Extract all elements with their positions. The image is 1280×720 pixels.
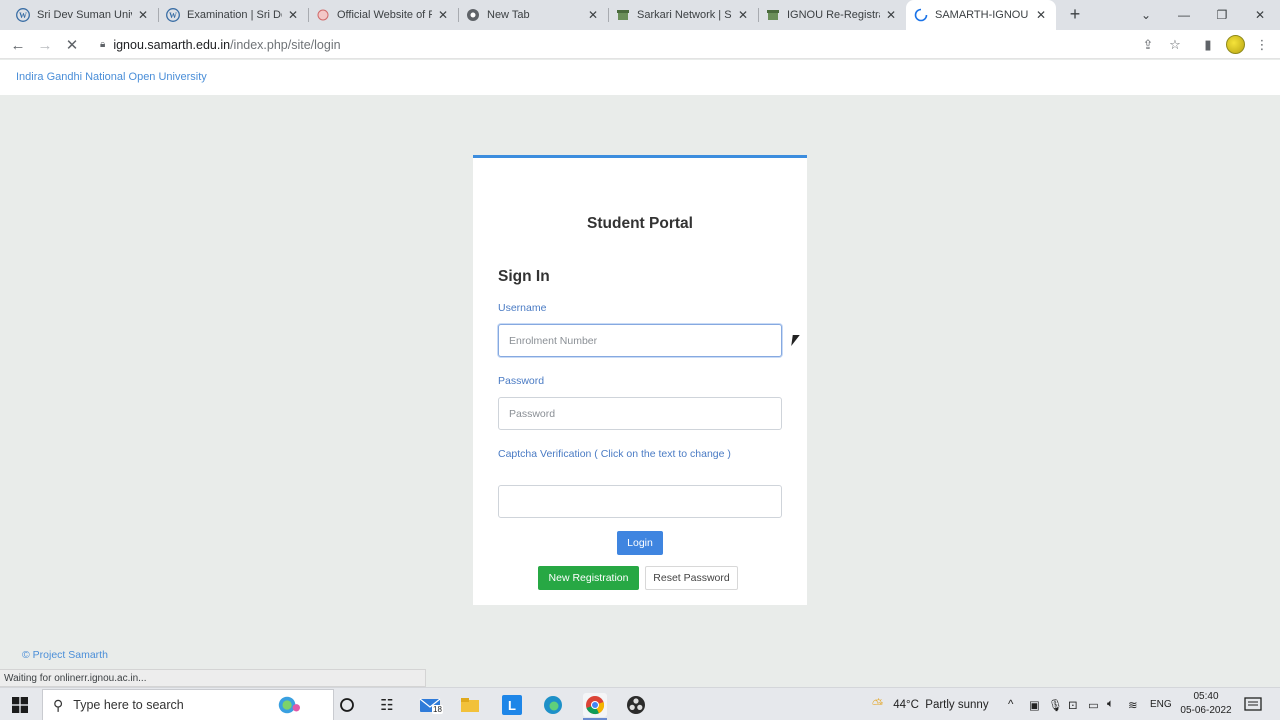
site-header: Indira Gandhi National Open University: [0, 60, 1280, 95]
stop-loading-icon[interactable]: ✕: [61, 34, 83, 56]
site-icon: [616, 8, 630, 22]
close-tab-icon[interactable]: ✕: [136, 8, 150, 22]
windows-start-icon[interactable]: [8, 693, 32, 717]
browser-tab[interactable]: W Sri Dev Suman Univer ✕: [8, 0, 158, 30]
username-label: Username: [498, 302, 547, 314]
weather-widget[interactable]: ⛅︎ 44°C Partly sunny: [872, 688, 989, 720]
svg-text:L: L: [508, 698, 516, 713]
username-input[interactable]: [498, 324, 782, 357]
browser-tab-active[interactable]: SAMARTH-IGNOU ✕: [906, 0, 1056, 30]
university-name-link[interactable]: Indira Gandhi National Open University: [16, 71, 207, 83]
bookmark-star-icon[interactable]: ☆: [1164, 34, 1186, 56]
close-tab-icon[interactable]: ✕: [586, 8, 600, 22]
task-view-icon[interactable]: ☷: [375, 693, 399, 717]
language-indicator[interactable]: ENG: [1150, 688, 1172, 720]
profile-avatar[interactable]: [1226, 35, 1245, 54]
sign-in-heading: Sign In: [498, 268, 550, 285]
search-placeholder: Type here to search: [73, 698, 184, 712]
microphone-icon[interactable]: 🎙︎: [1048, 688, 1063, 720]
cortana-icon[interactable]: [335, 693, 359, 717]
search-highlight-icon[interactable]: [276, 693, 300, 717]
show-hidden-icons[interactable]: ^: [1008, 688, 1013, 720]
minimize-icon[interactable]: —: [1165, 0, 1203, 30]
partly-sunny-icon: ⛅︎: [872, 696, 884, 712]
close-window-icon[interactable]: ✕: [1241, 0, 1279, 30]
svg-text:W: W: [19, 11, 27, 20]
url-domain: ignou.samarth.edu.in: [113, 37, 231, 52]
taskbar-clock[interactable]: 05:40 05-06-2022: [1176, 690, 1236, 718]
location-icon[interactable]: ▣: [1029, 688, 1040, 720]
portal-title: Student Portal: [587, 215, 693, 232]
edge-browser-icon[interactable]: [541, 693, 565, 717]
footer-link[interactable]: © Project Samarth: [22, 649, 108, 661]
new-registration-button[interactable]: New Registration: [538, 566, 639, 590]
clock-time: 05:40: [1193, 691, 1219, 702]
share-icon[interactable]: ⇪: [1137, 34, 1159, 56]
app-l-icon[interactable]: L: [500, 693, 524, 717]
site-icon: [766, 8, 780, 22]
close-tab-icon[interactable]: ✕: [436, 8, 450, 22]
close-tab-icon[interactable]: ✕: [884, 8, 898, 22]
close-tab-icon[interactable]: ✕: [736, 8, 750, 22]
clock-date: 05-06-2022: [1180, 705, 1232, 716]
svg-text:W: W: [169, 11, 177, 20]
obs-icon[interactable]: [624, 693, 648, 717]
loading-spinner-icon: [914, 8, 928, 22]
wifi-icon[interactable]: ≋: [1128, 688, 1138, 720]
side-panel-icon[interactable]: ▮: [1197, 34, 1219, 56]
password-input[interactable]: [498, 397, 782, 430]
tab-search-icon[interactable]: ⌄: [1127, 0, 1165, 30]
status-bar: Waiting for onlinerr.ignou.ac.in...: [0, 669, 426, 687]
weather-text: 44°C Partly sunny: [893, 698, 989, 711]
url-path: /index.php/site/login: [230, 37, 341, 52]
display-icon[interactable]: ⊡: [1068, 688, 1078, 720]
browser-tab[interactable]: W Examination | Sri Dev ✕: [158, 0, 308, 30]
search-icon: ⚲: [53, 696, 64, 713]
browser-tab[interactable]: New Tab ✕: [458, 0, 608, 30]
captcha-input[interactable]: [498, 485, 782, 518]
back-arrow-icon[interactable]: ←: [7, 34, 29, 56]
browser-tab[interactable]: Official Website of Pa ✕: [308, 0, 458, 30]
browser-tab[interactable]: Sarkari Network | Sark ✕: [608, 0, 758, 30]
login-card: Student Portal Sign In Username Password…: [473, 155, 807, 605]
address-bar[interactable]: 🔒︎ ignou.samarth.edu.in/index.php/site/l…: [94, 33, 1164, 56]
mail-badge: 18: [432, 705, 443, 714]
password-label: Password: [498, 375, 545, 387]
battery-icon[interactable]: ▭: [1088, 688, 1099, 720]
windows-taskbar: ⚲ Type here to search ☷ 18 L ⛅︎ 44°C Par…: [0, 687, 1280, 720]
wordpress-icon: W: [166, 8, 180, 22]
emblem-icon: [316, 8, 330, 22]
restore-icon[interactable]: ❐: [1203, 0, 1241, 30]
lock-icon[interactable]: 🔒︎: [100, 39, 105, 50]
close-tab-icon[interactable]: ✕: [286, 8, 300, 22]
reset-password-button[interactable]: Reset Password: [645, 566, 738, 590]
chrome-icon: [466, 8, 480, 22]
forward-arrow-icon[interactable]: →: [34, 34, 56, 56]
captcha-label[interactable]: Captcha Verification ( Click on the text…: [498, 448, 731, 460]
browser-tab[interactable]: IGNOU Re-Registratio ✕: [758, 0, 906, 30]
menu-dots-icon[interactable]: ⋮: [1251, 34, 1273, 56]
chrome-taskbar-icon[interactable]: [583, 693, 607, 717]
browser-toolbar: ← → ✕ 🔒︎ ignou.samarth.edu.in/index.php/…: [0, 30, 1280, 59]
notification-icon[interactable]: [1244, 688, 1262, 720]
login-button[interactable]: Login: [617, 531, 663, 555]
volume-icon[interactable]: 🔈︎: [1107, 688, 1114, 720]
file-explorer-icon[interactable]: [458, 693, 482, 717]
browser-tab-strip: W Sri Dev Suman Univer ✕ W Examination |…: [0, 0, 1280, 30]
new-tab-button[interactable]: +: [1064, 4, 1086, 26]
close-tab-icon[interactable]: ✕: [1034, 8, 1048, 22]
wordpress-icon: W: [16, 8, 30, 22]
